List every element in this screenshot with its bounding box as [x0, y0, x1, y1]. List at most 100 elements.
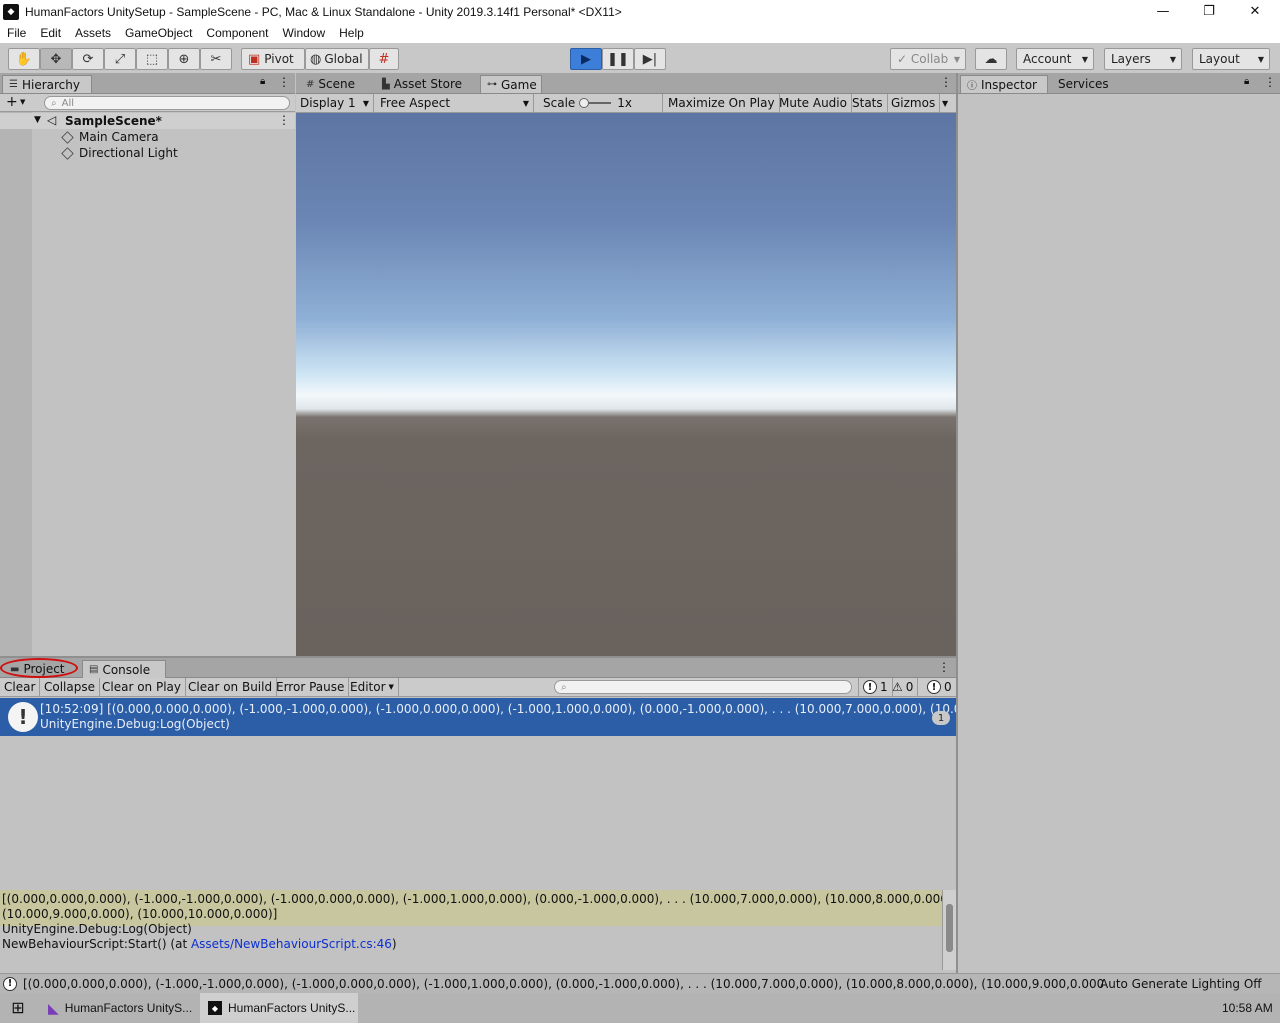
grid-snap-button[interactable]: # [369, 48, 399, 70]
menu-assets[interactable]: Assets [68, 26, 118, 40]
taskbar-clock[interactable]: 10:58 AM [1222, 993, 1273, 1023]
tab-asset-store[interactable]: ▙ Asset Store [376, 75, 468, 93]
menu-edit[interactable]: Edit [33, 26, 68, 40]
pivot-toggle[interactable]: ▣ Pivot [241, 48, 305, 70]
tab-scene-label: Scene [318, 77, 355, 91]
tab-console-label: Console [102, 662, 151, 677]
chevron-down-icon[interactable]: ▼ [20, 98, 25, 106]
more-options-icon[interactable]: ⋮ [940, 75, 952, 89]
move-icon: ✥ [50, 51, 62, 67]
step-button[interactable]: ▶| [634, 48, 666, 70]
stats-toggle[interactable]: Stats [848, 94, 888, 112]
mute-label: Mute Audio [779, 96, 847, 110]
move-tool-button[interactable]: ✥ [40, 48, 72, 70]
menu-window[interactable]: Window [275, 26, 332, 40]
scale-tool-button[interactable]: ⤢ [104, 48, 136, 70]
scale-control[interactable]: Scale 1x [539, 94, 663, 112]
rect-tool-button[interactable]: ⬚ [136, 48, 168, 70]
console-log-entry[interactable]: ! [10:52:09] [(0.000,0.000,0.000), (-1.0… [0, 698, 956, 736]
display-dropdown[interactable]: Display 1 ▼ [296, 94, 374, 112]
aspect-dropdown[interactable]: Free Aspect ▼ [376, 94, 534, 112]
tab-scene[interactable]: # Scene [300, 75, 361, 93]
transform-icon: ⊕ [178, 51, 190, 67]
more-options-icon[interactable]: ⋮ [278, 113, 290, 127]
collapse-button[interactable]: Collapse [40, 678, 100, 696]
global-toggle[interactable]: ◍ Global [305, 48, 369, 70]
gizmos-toggle[interactable]: Gizmos [887, 94, 941, 112]
add-icon[interactable]: + [6, 94, 18, 110]
lock-icon[interactable]: 🔒︎ [1244, 76, 1249, 87]
tab-services[interactable]: Services [1052, 75, 1115, 93]
maximize-on-play-toggle[interactable]: Maximize On Play [664, 94, 780, 112]
transform-tool-button[interactable]: ⊕ [168, 48, 200, 70]
account-dropdown[interactable]: Account ▼ [1016, 48, 1094, 70]
minimize-button[interactable]: — [1140, 0, 1186, 23]
hierarchy-search-input[interactable]: ⌕ All [44, 96, 290, 110]
tab-hierarchy[interactable]: ☰ Hierarchy [2, 75, 92, 93]
menu-help[interactable]: Help [332, 26, 371, 40]
tab-console[interactable]: ▤ Console [82, 660, 166, 678]
error-count-toggle[interactable]: ! 0 [923, 678, 956, 696]
lighting-status[interactable]: Auto Generate Lighting Off [1100, 977, 1262, 991]
cloud-button[interactable]: ☁ [975, 48, 1007, 70]
more-options-icon[interactable]: ⋮ [938, 660, 950, 674]
tab-game[interactable]: ⊶ Game [480, 75, 542, 93]
windows-start-button[interactable]: ⊞ [0, 993, 36, 1023]
scene-name: SampleScene* [65, 114, 162, 128]
custom-tool-button[interactable]: ✂ [200, 48, 232, 70]
expand-arrow-icon[interactable]: ▼ [34, 115, 41, 125]
game-view[interactable] [296, 113, 956, 656]
layout-dropdown[interactable]: Layout ▼ [1192, 48, 1270, 70]
more-options-icon[interactable]: ⋮ [278, 75, 290, 89]
console-search-input[interactable]: ⌕ [554, 680, 852, 694]
bag-icon: ▙ [382, 78, 390, 90]
script-link[interactable]: Assets/NewBehaviourScript.cs:46 [191, 937, 392, 951]
tab-inspector[interactable]: ⓘ Inspector [960, 75, 1048, 93]
hierarchy-item-main-camera[interactable]: Main Camera [61, 129, 159, 145]
center-tabbar: # Scene ▙ Asset Store ⊶ Game ⋮ [296, 73, 956, 94]
clear-on-play-label: Clear on Play [102, 680, 181, 694]
lock-icon[interactable]: 🔒︎ [260, 76, 265, 87]
clear-button[interactable]: Clear [0, 678, 41, 696]
clear-label: Clear [4, 680, 36, 694]
scene-row[interactable]: ▼ ◁ SampleScene* ⋮ [0, 113, 295, 129]
error-pause-button[interactable]: Error Pause [272, 678, 350, 696]
status-message[interactable]: [(0.000,0.000,0.000), (-1.000,-1.000,0.0… [23, 977, 1103, 991]
clear-on-build-button[interactable]: Clear on Build [184, 678, 278, 696]
aspect-label: Free Aspect [380, 96, 451, 110]
gameobject-cube-icon [61, 146, 74, 160]
slider-thumb[interactable] [579, 98, 590, 108]
layout-label: Layout [1199, 52, 1240, 66]
stack-frame-text: NewBehaviourScript:Start() (at [2, 937, 191, 951]
error-pause-label: Error Pause [276, 680, 345, 694]
scale-slider[interactable] [579, 98, 612, 108]
gizmos-dropdown-arrow[interactable]: ▼ [938, 94, 952, 112]
mute-audio-toggle[interactable]: Mute Audio [775, 94, 852, 112]
layers-dropdown[interactable]: Layers ▼ [1104, 48, 1182, 70]
editor-dropdown[interactable]: Editor ▼ [346, 678, 399, 696]
play-button[interactable]: ▶ [570, 48, 602, 70]
hand-tool-button[interactable]: ✋ [8, 48, 40, 70]
taskbar-item-visual-studio[interactable]: ◣ HumanFactors UnityS... [40, 993, 198, 1023]
detail-line-3: UnityEngine.Debug:Log(Object) [2, 922, 192, 936]
more-options-icon[interactable]: ⋮ [1264, 75, 1276, 89]
scale-icon: ⤢ [114, 51, 126, 67]
rotate-tool-button[interactable]: ⟳ [72, 48, 104, 70]
scrollbar-thumb[interactable] [946, 904, 953, 952]
warning-count-toggle[interactable]: ⚠ 0 [888, 678, 919, 696]
info-icon: ! [863, 680, 877, 694]
close-button[interactable]: ✕ [1232, 0, 1278, 23]
menu-component[interactable]: Component [199, 26, 275, 40]
clear-on-play-button[interactable]: Clear on Play [98, 678, 186, 696]
pause-button[interactable]: ❚❚ [602, 48, 634, 70]
unity-icon: ◆ [3, 3, 19, 20]
hierarchy-item-directional-light[interactable]: Directional Light [61, 145, 178, 161]
menu-file[interactable]: File [0, 26, 33, 40]
menu-gameobject[interactable]: GameObject [118, 26, 199, 40]
restore-button[interactable]: ❐ [1186, 0, 1232, 23]
collab-dropdown[interactable]: ✓ Collab ▼ [890, 48, 966, 70]
taskbar-item-unity[interactable]: ◆ HumanFactors UnityS... [200, 993, 358, 1023]
detail-scrollbar[interactable] [942, 890, 956, 970]
chevron-down-icon: ▼ [942, 98, 949, 108]
console-toolbar: Clear Collapse Clear on Play Clear on Bu… [0, 678, 956, 697]
